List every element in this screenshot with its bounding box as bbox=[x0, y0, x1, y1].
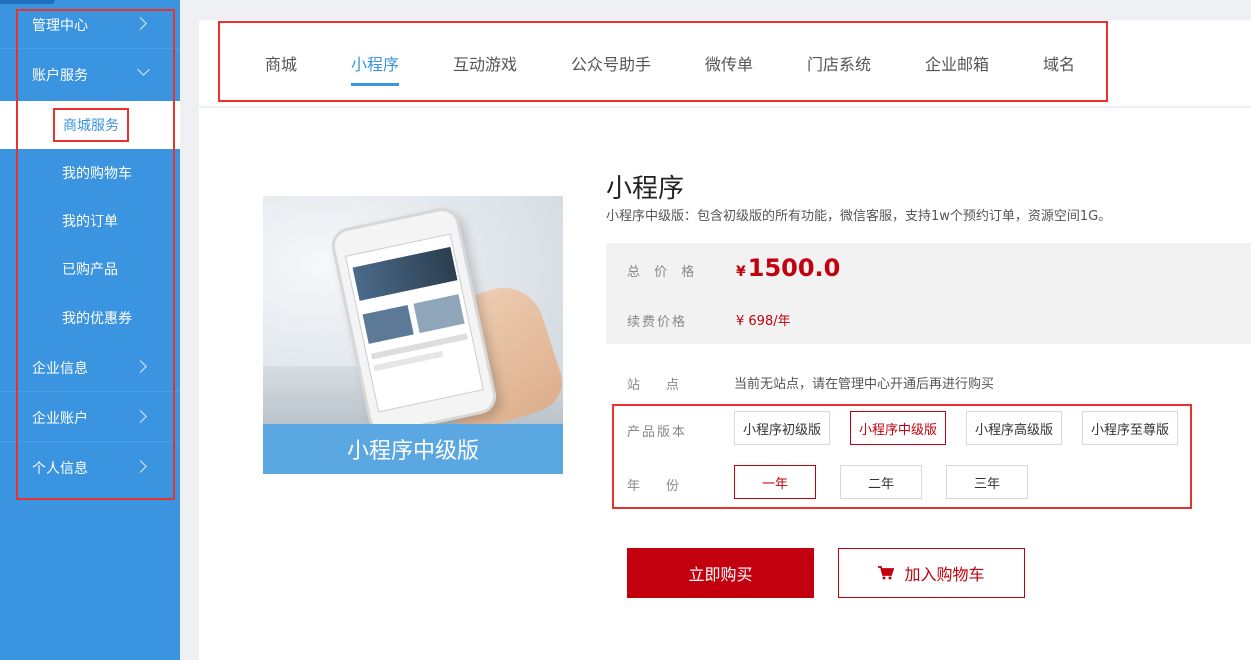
sidebar-subitem-mall-service[interactable]: 商城服务 bbox=[0, 101, 180, 149]
add-to-cart-label: 加入购物车 bbox=[904, 565, 985, 584]
version-label: 产品版本 bbox=[627, 425, 688, 440]
chevron-down-icon bbox=[137, 63, 150, 76]
version-option-advanced[interactable]: 小程序高级版 bbox=[966, 411, 1062, 445]
product-image-caption: 小程序中级版 bbox=[263, 424, 563, 474]
sidebar-item-company-account[interactable]: 企业账户 bbox=[0, 394, 180, 442]
tab-label: 企业邮箱 bbox=[925, 55, 990, 74]
sidebar-item-label: 管理中心 bbox=[32, 17, 88, 34]
tab-micro-flyer[interactable]: 微传单 bbox=[705, 20, 753, 106]
sidebar-item-label: 企业信息 bbox=[32, 360, 88, 377]
sidebar-subitem-my-orders[interactable]: 我的订单 bbox=[0, 197, 180, 245]
chevron-right-icon bbox=[134, 17, 147, 30]
tab-label: 微传单 bbox=[705, 55, 754, 74]
renew-price-value: ¥ 698/年 bbox=[736, 314, 791, 329]
year-option-two[interactable]: 二年 bbox=[840, 465, 922, 499]
chevron-right-icon bbox=[134, 360, 147, 373]
price-box bbox=[606, 243, 1251, 344]
tab-enterprise-mail[interactable]: 企业邮箱 bbox=[925, 20, 989, 106]
tab-domain[interactable]: 域名 bbox=[1043, 20, 1075, 106]
renew-price-label: 续费价格 bbox=[627, 315, 688, 330]
sidebar-subitem-label: 我的购物车 bbox=[62, 166, 132, 182]
tab-store-system[interactable]: 门店系统 bbox=[807, 20, 871, 106]
tab-official-account-assistant[interactable]: 公众号助手 bbox=[571, 20, 651, 106]
buy-now-button[interactable]: 立即购买 bbox=[627, 548, 814, 598]
add-to-cart-button[interactable]: 加入购物车 bbox=[838, 548, 1025, 598]
site-notice: 当前无站点，请在管理中心开通后再进行购买 bbox=[734, 377, 995, 392]
tab-mini-program[interactable]: 小程序 bbox=[351, 20, 400, 106]
tab-label: 门店系统 bbox=[807, 55, 872, 74]
tab-label: 商城 bbox=[265, 55, 298, 74]
tab-label: 小程序 bbox=[351, 55, 400, 74]
sidebar-subitem-purchased-products[interactable]: 已购产品 bbox=[0, 245, 180, 293]
sidebar-item-management-center[interactable]: 管理中心 bbox=[0, 1, 180, 49]
tab-label: 域名 bbox=[1043, 55, 1076, 74]
total-price-value: 1500.0 bbox=[747, 254, 841, 282]
product-title: 小程序 bbox=[606, 174, 685, 204]
cart-icon bbox=[878, 566, 895, 580]
chevron-right-icon bbox=[134, 410, 147, 423]
tab-label: 互动游戏 bbox=[453, 55, 518, 74]
phone-screen bbox=[344, 233, 484, 413]
year-option-three[interactable]: 三年 bbox=[946, 465, 1028, 499]
sidebar-subitem-label: 商城服务 bbox=[53, 108, 129, 142]
sidebar-item-label: 账户服务 bbox=[32, 68, 88, 84]
site-label: 站 点 bbox=[627, 378, 680, 393]
sidebar-item-account-service[interactable]: 账户服务 bbox=[0, 51, 180, 99]
sidebar-subitem-my-coupons[interactable]: 我的优惠券 bbox=[0, 294, 180, 342]
screen-block bbox=[362, 304, 414, 344]
tab-label: 公众号助手 bbox=[571, 55, 652, 74]
sidebar-item-personal-info[interactable]: 个人信息 bbox=[0, 444, 180, 492]
tab-mall[interactable]: 商城 bbox=[265, 20, 297, 106]
currency-symbol: ¥ bbox=[736, 264, 746, 280]
sidebar-subitem-my-cart[interactable]: 我的购物车 bbox=[0, 149, 180, 197]
sidebar-subitem-label: 我的优惠券 bbox=[62, 311, 132, 327]
product-description: 小程序中级版：包含初级版的所有功能，微信客服，支持1w个预约订单，资源空间1G。 bbox=[606, 209, 1112, 224]
version-option-basic[interactable]: 小程序初级版 bbox=[734, 411, 830, 445]
sidebar-item-label: 企业账户 bbox=[32, 410, 88, 427]
chevron-right-icon bbox=[134, 460, 147, 473]
sidebar: 管理中心 账户服务 商城服务 我的购物车 我的订单 已购产品 我的优惠券 企业信… bbox=[0, 0, 180, 660]
version-option-intermediate[interactable]: 小程序中级版 bbox=[850, 411, 946, 445]
year-label: 年 份 bbox=[627, 479, 680, 494]
product-image: 小程序中级版 bbox=[263, 196, 563, 474]
total-price: ¥ 1500.0 bbox=[736, 254, 840, 282]
sidebar-item-company-info[interactable]: 企业信息 bbox=[0, 344, 180, 392]
screen-block bbox=[413, 294, 465, 334]
version-option-supreme[interactable]: 小程序至尊版 bbox=[1082, 411, 1178, 445]
year-option-one[interactable]: 一年 bbox=[734, 465, 816, 499]
product-tab-bar: 商城 小程序 互动游戏 公众号助手 微传单 门店系统 企业邮箱 域名 bbox=[199, 20, 1251, 106]
screen-block bbox=[352, 246, 458, 301]
sidebar-subitem-label: 我的订单 bbox=[62, 214, 118, 230]
tab-interactive-games[interactable]: 互动游戏 bbox=[453, 20, 517, 106]
sidebar-subitem-label: 已购产品 bbox=[62, 262, 118, 278]
total-price-label: 总 价 格 bbox=[627, 265, 700, 280]
sidebar-item-label: 个人信息 bbox=[32, 461, 88, 477]
